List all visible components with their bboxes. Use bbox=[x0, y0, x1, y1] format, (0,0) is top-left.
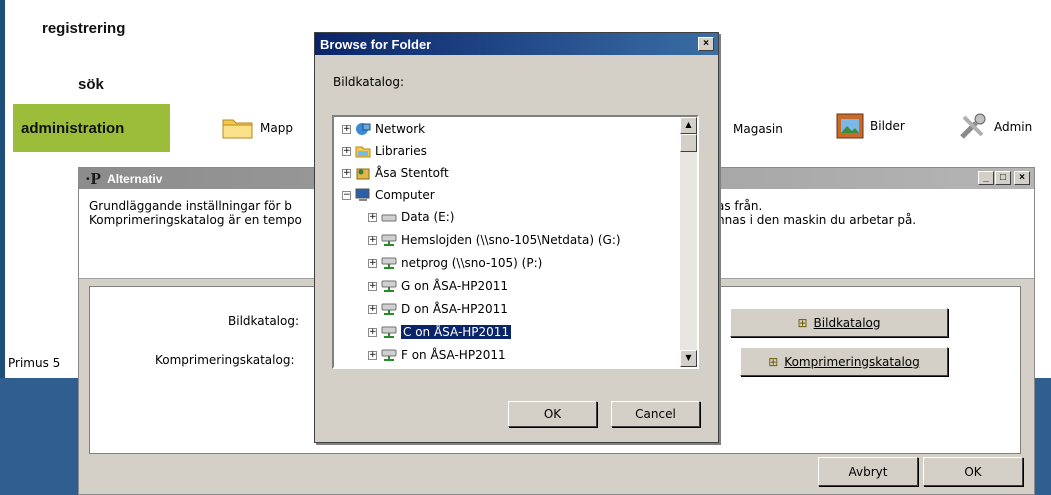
tree-item-data-e[interactable]: + Data (E:) bbox=[368, 208, 454, 226]
collapse-icon[interactable]: − bbox=[342, 190, 351, 200]
expand-icon[interactable]: + bbox=[368, 304, 377, 314]
tree-item-g-on-asa[interactable]: + G on ÅSA-HP2011 bbox=[368, 277, 508, 295]
alt-ok-button-label: OK bbox=[964, 464, 982, 479]
desc-line2-left: Komprimeringskatalog är en tempo bbox=[89, 213, 302, 227]
expand-icon[interactable]: + bbox=[368, 258, 377, 268]
browse-ok-label: OK bbox=[543, 407, 562, 421]
tree-label: G on ÅSA-HP2011 bbox=[401, 279, 508, 293]
nav-administration[interactable]: administration bbox=[13, 104, 170, 152]
nav-sok[interactable]: sök bbox=[78, 76, 104, 93]
user-folder-icon bbox=[356, 168, 370, 180]
network-drive-icon bbox=[381, 234, 397, 246]
folder-tree[interactable]: + Network + Libraries + Åsa Stentoft − C… bbox=[332, 115, 699, 369]
minimize-button[interactable]: _ bbox=[978, 171, 994, 185]
status-area bbox=[5, 152, 78, 378]
tools-icon bbox=[960, 113, 986, 139]
tree-label: Hemslojden (\\sno-105\Netdata) (G:) bbox=[401, 233, 621, 247]
tree-label: Data (E:) bbox=[401, 210, 455, 224]
bildkatalog-button[interactable]: ⊞ Bildkatalog bbox=[730, 308, 948, 337]
libraries-icon bbox=[355, 146, 371, 158]
desc-line1-right: as från. bbox=[717, 199, 763, 213]
bildkatalog-label: Bildkatalog: bbox=[228, 314, 300, 328]
browse-close-button[interactable]: × bbox=[698, 37, 714, 51]
expand-icon[interactable]: + bbox=[342, 168, 351, 178]
toolbar-mapp[interactable]: Mapp bbox=[222, 116, 293, 140]
scroll-thumb[interactable] bbox=[680, 134, 697, 152]
tree-item-network[interactable]: + Network bbox=[342, 120, 425, 138]
toolbar-admin-label: Admin bbox=[994, 120, 1033, 134]
folder-icon bbox=[222, 119, 253, 139]
browse-prompt: Bildkatalog: bbox=[333, 75, 405, 89]
browse-titlebar: Browse for Folder × bbox=[315, 33, 718, 55]
network-drive-icon bbox=[381, 280, 397, 292]
bildkatalog-button-label: Bildkatalog bbox=[813, 315, 881, 330]
scroll-down-button[interactable]: ▼ bbox=[680, 350, 697, 367]
tree-item-f-on-asa[interactable]: + F on ÅSA-HP2011 bbox=[368, 346, 506, 364]
desc-line2-right: nnas i den maskin du arbetar på. bbox=[717, 213, 917, 227]
tree-item-d-on-asa[interactable]: + D on ÅSA-HP2011 bbox=[368, 300, 508, 318]
avbryt-button[interactable]: Avbryt bbox=[818, 457, 918, 486]
nav-administration-label: administration bbox=[21, 119, 125, 137]
komprimering-label: Komprimeringskatalog: bbox=[155, 353, 295, 367]
tree-label: Network bbox=[375, 122, 426, 136]
nav-registrering[interactable]: registrering bbox=[42, 20, 125, 37]
computer-icon bbox=[355, 188, 370, 201]
desc-line1-left: Grundläggande inställningar för b bbox=[89, 199, 292, 213]
toolbar-admin[interactable]: Admin bbox=[958, 113, 1032, 141]
alternativ-title: Alternativ bbox=[107, 171, 163, 186]
tree-item-asa-stentoft[interactable]: + Åsa Stentoft bbox=[342, 164, 449, 182]
avbryt-button-label: Avbryt bbox=[848, 464, 888, 479]
tree-item-hemslojden[interactable]: + Hemslojden (\\sno-105\Netdata) (G:) bbox=[368, 231, 621, 249]
tree-label: Åsa Stentoft bbox=[375, 166, 449, 180]
network-drive-icon bbox=[381, 326, 397, 338]
status-text: Primus 5 bbox=[8, 356, 61, 370]
tree-label: Computer bbox=[375, 188, 435, 202]
close-button[interactable]: × bbox=[1014, 171, 1030, 185]
tree-label-selected: C on ÅSA-HP2011 bbox=[401, 325, 512, 339]
toolbar-magasin[interactable]: Magasin bbox=[733, 122, 783, 136]
expand-icon[interactable]: + bbox=[368, 350, 377, 360]
tree-scrollbar[interactable]: ▲ ▼ bbox=[680, 117, 697, 367]
expand-icon[interactable]: + bbox=[368, 327, 377, 337]
toolbar-bilder[interactable]: Bilder bbox=[836, 113, 905, 139]
app-logo-icon: ·P bbox=[85, 168, 102, 188]
tree-label: F on ÅSA-HP2011 bbox=[401, 348, 506, 362]
tree-label: D on ÅSA-HP2011 bbox=[401, 302, 508, 316]
network-drive-icon bbox=[381, 303, 397, 315]
network-drive-icon bbox=[381, 349, 397, 361]
komprimering-button-label: Komprimeringskatalog bbox=[784, 354, 920, 369]
toolbar-bilder-label: Bilder bbox=[870, 119, 905, 133]
folder-tree-icon: ⊞ bbox=[768, 354, 779, 369]
tree-label: netprog (\\sno-105) (P:) bbox=[401, 256, 543, 270]
browse-cancel-button[interactable]: Cancel bbox=[611, 401, 700, 427]
tree-item-computer[interactable]: − Computer bbox=[342, 186, 435, 204]
maximize-button[interactable]: □ bbox=[995, 171, 1011, 185]
pictures-icon bbox=[836, 113, 864, 139]
scroll-up-button[interactable]: ▲ bbox=[680, 117, 697, 134]
komprimering-button[interactable]: ⊞ Komprimeringskatalog bbox=[740, 347, 948, 376]
tree-item-c-on-asa[interactable]: + C on ÅSA-HP2011 bbox=[368, 323, 512, 341]
tree-item-netprog[interactable]: + netprog (\\sno-105) (P:) bbox=[368, 254, 542, 272]
toolbar-magasin-label: Magasin bbox=[733, 122, 783, 136]
tree-label: Libraries bbox=[375, 144, 427, 158]
expand-icon[interactable]: + bbox=[368, 281, 377, 291]
expand-icon[interactable]: + bbox=[368, 235, 377, 245]
browse-title: Browse for Folder bbox=[320, 36, 432, 52]
drive-icon bbox=[381, 214, 397, 222]
network-drive-icon bbox=[381, 257, 397, 269]
browse-cancel-label: Cancel bbox=[635, 407, 676, 421]
browse-ok-button[interactable]: OK bbox=[508, 401, 597, 427]
toolbar-mapp-label: Mapp bbox=[260, 121, 293, 135]
expand-icon[interactable]: + bbox=[342, 146, 351, 156]
network-icon bbox=[356, 123, 371, 135]
expand-icon[interactable]: + bbox=[368, 212, 377, 222]
folder-tree-icon: ⊞ bbox=[797, 315, 808, 330]
alt-ok-button[interactable]: OK bbox=[923, 457, 1023, 486]
tree-item-libraries[interactable]: + Libraries bbox=[342, 142, 427, 160]
expand-icon[interactable]: + bbox=[342, 124, 351, 134]
browse-for-folder-dialog: Browse for Folder × Bildkatalog: + Netwo… bbox=[314, 32, 719, 443]
